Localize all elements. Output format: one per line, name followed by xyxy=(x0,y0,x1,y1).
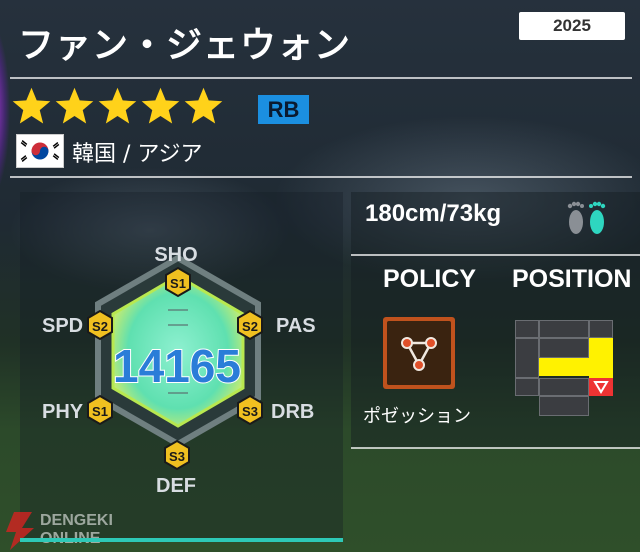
grade-badge-pas: S2 xyxy=(237,309,263,341)
nationality-label: 韓国 / アジア xyxy=(72,142,203,167)
star-rating xyxy=(10,85,225,128)
star-icon xyxy=(184,87,223,124)
pos-cell xyxy=(515,378,539,396)
pos-cell xyxy=(515,338,539,378)
stat-label-def: DEF xyxy=(156,475,196,497)
pos-cell-highlight xyxy=(539,358,589,376)
pos-cell-rb-highlight xyxy=(589,338,613,378)
star-icon xyxy=(141,87,180,124)
player-name: ファン・ジェウォン xyxy=(18,25,352,66)
grade-sho: S1 xyxy=(170,276,186,291)
star-icon xyxy=(98,87,137,124)
pos-cell xyxy=(515,320,539,338)
stat-label-phy: PHY xyxy=(42,401,84,423)
grade-badge-def: S3 xyxy=(164,439,190,471)
stats-radar: 14165 SHO S1 PAS S2 DRB S3 S3 DEF PHY S1… xyxy=(42,244,316,497)
stat-label-sho: SHO xyxy=(154,244,197,266)
accent-bar xyxy=(20,538,343,542)
grade-def: S3 xyxy=(169,449,185,464)
star-icon xyxy=(12,87,51,124)
height-weight: 180cm/73kg xyxy=(365,200,502,227)
position-map xyxy=(515,320,613,416)
grade-phy: S1 xyxy=(92,404,108,419)
pos-cell xyxy=(539,320,589,338)
pos-cell xyxy=(589,320,613,338)
policy-heading: POLICY xyxy=(383,265,477,293)
grade-badge-sho: S1 xyxy=(165,266,191,298)
season-badge: 2025 xyxy=(519,12,625,40)
policy-possession-icon xyxy=(383,317,455,389)
stat-label-pas: PAS xyxy=(276,315,316,337)
stat-label-spd: SPD xyxy=(42,315,83,337)
position-heading: POSITION xyxy=(512,265,632,293)
divider-middle xyxy=(10,176,632,178)
red-triangle-marker-icon xyxy=(589,378,613,396)
grade-drb: S3 xyxy=(242,404,258,419)
grade-badge-spd: S2 xyxy=(87,309,113,341)
watermark-line1: DENGEKI xyxy=(40,512,113,529)
grade-pas: S2 xyxy=(242,319,258,334)
pos-cell xyxy=(539,378,589,396)
dengeki-logo-icon xyxy=(6,512,34,550)
info-divider xyxy=(351,254,640,256)
pos-cell xyxy=(539,396,589,416)
footedness-icon xyxy=(567,201,606,234)
policy-label: ポゼッション xyxy=(363,406,471,427)
divider-top xyxy=(10,77,632,79)
pos-cell xyxy=(539,338,589,358)
stat-label-drb: DRB xyxy=(271,401,314,423)
position-badge: RB xyxy=(258,95,309,124)
grade-badge-phy: S1 xyxy=(87,394,113,426)
grade-spd: S2 xyxy=(92,319,108,334)
grade-badge-drb: S3 xyxy=(237,394,263,426)
korea-flag-icon xyxy=(16,134,64,168)
overall-rating: 14165 xyxy=(113,340,241,392)
star-icon xyxy=(55,87,94,124)
watermark-text: DENGEKI ONLINE xyxy=(40,512,113,548)
divider-info-bottom xyxy=(351,447,640,449)
